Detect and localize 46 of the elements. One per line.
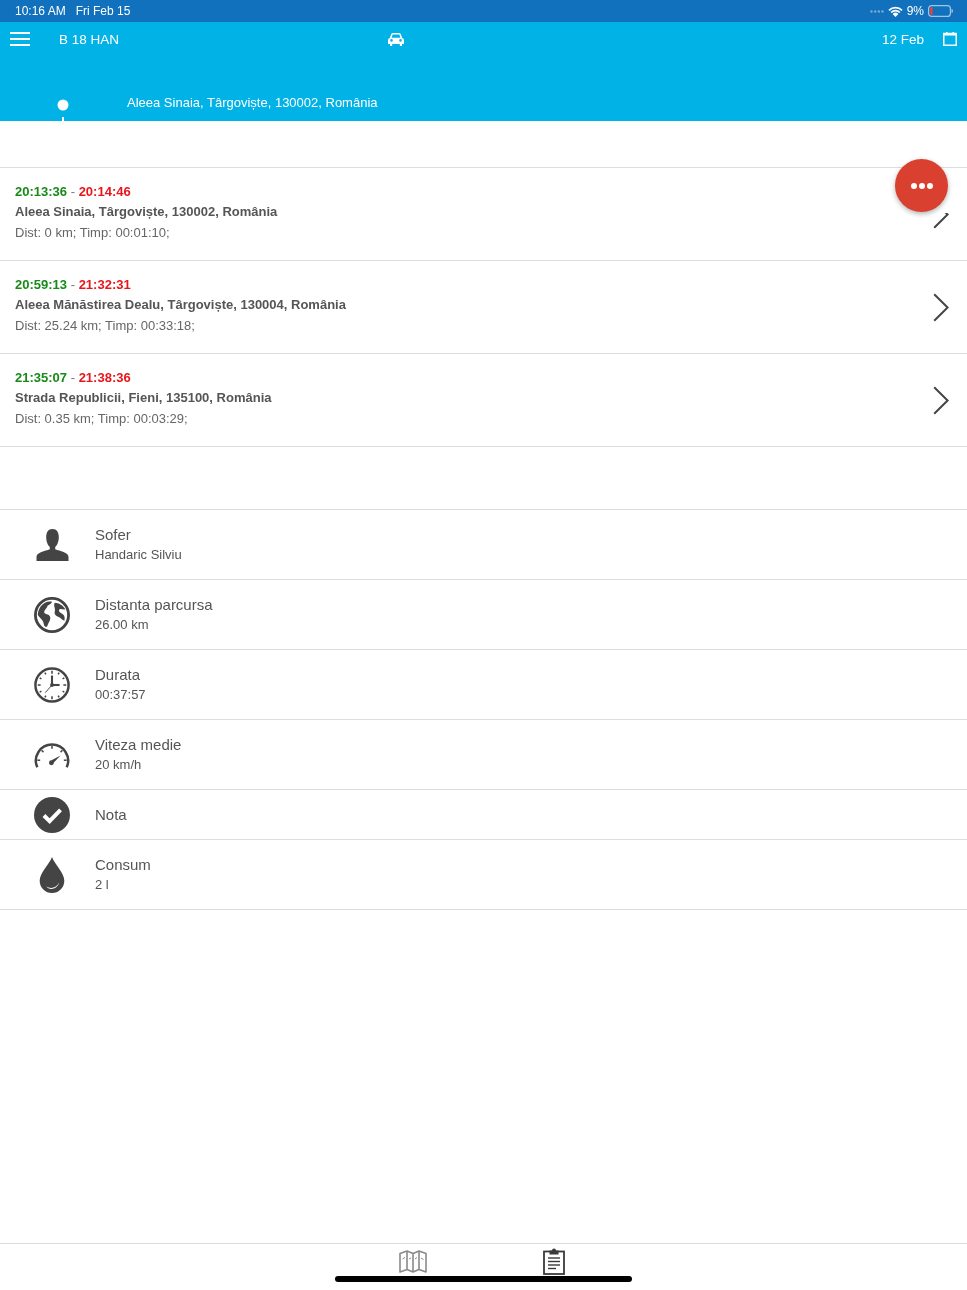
more-icon [910, 182, 933, 189]
clock-icon [34, 667, 70, 703]
battery-icon [928, 5, 953, 17]
info-value: 2 l [95, 876, 109, 894]
trip-address: Aleea Mănăstirea Dealu, Târgoviște, 130004, România [15, 296, 346, 315]
trip-time-range: 20:13:36 - 20:14:46 [15, 182, 131, 201]
trip-summary: Dist: 0.35 km; Timp: 00:03:29; [15, 409, 188, 428]
clipboard-icon [543, 1247, 565, 1275]
current-location: Aleea Sinaia, Târgoviște, 130002, România [127, 95, 378, 111]
info-label: Sofer [95, 525, 131, 545]
info-label: Viteza medie [95, 735, 182, 755]
date-button[interactable]: 12 Feb [881, 31, 924, 47]
more-actions-button[interactable] [895, 159, 948, 212]
trip-time-range: 20:59:13 - 21:32:31 [15, 275, 131, 294]
info-label: Durata [95, 665, 141, 685]
calendar-icon [943, 32, 957, 46]
trip-address: Strada Republicii, Fieni, 135100, România [15, 389, 272, 408]
checkmark-circle-icon [34, 797, 70, 833]
status-date: Fri Feb 15 [75, 4, 131, 18]
map-icon [399, 1249, 427, 1273]
speedometer-icon [34, 742, 70, 768]
person-icon [35, 529, 69, 561]
info-label: Consum [95, 855, 151, 875]
wifi-icon [887, 5, 903, 17]
drop-icon [39, 857, 65, 893]
timeline-dot-icon [57, 99, 69, 121]
chevron-right-icon[interactable] [933, 212, 949, 229]
car-icon [388, 32, 404, 46]
trip-summary: Dist: 0 km; Timp: 00:01:10; [15, 223, 170, 242]
info-value: Handaric Silviu [95, 546, 182, 564]
trip-summary: Dist: 25.24 km; Timp: 00:33:18; [15, 316, 195, 335]
info-label: Distanta parcursa [95, 595, 213, 615]
chevron-right-icon[interactable] [933, 292, 949, 322]
menu-icon [10, 32, 30, 46]
info-value: 00:37:57 [95, 686, 146, 704]
trip-time-range: 21:35:07 - 21:38:36 [15, 368, 131, 387]
info-value: 20 km/h [95, 756, 142, 774]
battery-percent: 9% [906, 4, 924, 18]
vehicle-title: B 18 HAN [59, 32, 120, 47]
cellular-signal-icon [869, 9, 884, 13]
info-label: Nota [95, 805, 127, 825]
status-time: 10:16 AM [15, 4, 66, 18]
chevron-right-icon[interactable] [933, 385, 949, 415]
globe-icon [34, 597, 70, 633]
info-value: 26.00 km [95, 616, 149, 634]
trip-address: Aleea Sinaia, Târgoviște, 130002, România [15, 203, 278, 222]
